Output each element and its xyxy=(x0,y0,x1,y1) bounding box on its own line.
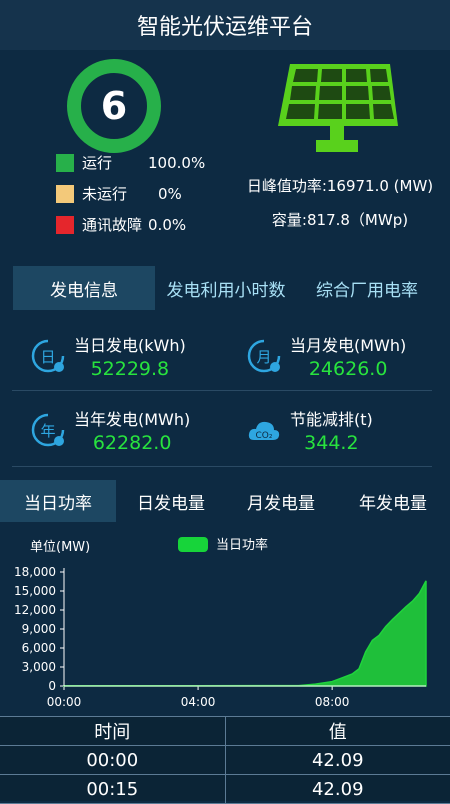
power-tabs: 当日功率 日发电量 月发电量 年发电量 xyxy=(0,480,450,522)
legend-swatch-series xyxy=(178,537,208,552)
tab-daily-energy[interactable]: 日发电量 xyxy=(116,480,226,522)
peak-power: 日峰值功率:16971.0 (MW) xyxy=(230,175,450,196)
svg-text:CO₂: CO₂ xyxy=(256,431,273,441)
stat-value: 24626.0 xyxy=(309,358,388,380)
x-tick-label: 04:00 xyxy=(181,695,216,709)
calendar-day-icon: 日 xyxy=(30,338,66,374)
stat-value: 52229.8 xyxy=(91,358,170,380)
table-cell-value: 42.09 xyxy=(226,775,450,803)
legend-running: 运行 100.0% xyxy=(56,152,205,173)
tab-monthly-energy[interactable]: 月发电量 xyxy=(226,480,336,522)
stat-value: 344.2 xyxy=(304,432,358,454)
stat-emission-reduction: CO₂ 节能减排(t) 344.2 xyxy=(246,406,373,454)
stat-monthly-generation: 月 当月发电(MWh) 24626.0 xyxy=(246,332,406,380)
table-header-time: 时间 xyxy=(0,717,226,745)
y-tick-label: 6,000 xyxy=(22,641,56,655)
y-axis-unit-label: 单位(MW) xyxy=(30,540,90,555)
power-table: 时间 值 00:00 42.09 00:15 42.09 xyxy=(0,716,450,801)
stat-label: 当日发电(kWh) xyxy=(74,332,186,356)
x-tick-label: 08:00 xyxy=(315,695,350,709)
stat-label: 当月发电(MWh) xyxy=(290,332,406,356)
station-count: 6 xyxy=(66,58,162,154)
table-cell-time: 00:15 xyxy=(0,775,226,803)
capacity: 容量:817.8（MWp) xyxy=(230,209,450,230)
tab-utilization-hours[interactable]: 发电利用小时数 xyxy=(155,266,297,310)
legend-label: 未运行 xyxy=(82,183,148,204)
legend-swatch-not-running xyxy=(56,185,74,203)
daily-power-chart: 单位(MW) 当日功率 0 3,000 6,000 9,000 12,000 15,000 18… xyxy=(0,532,450,712)
tab-yearly-energy[interactable]: 年发电量 xyxy=(336,480,450,522)
y-tick-label: 3,000 xyxy=(22,660,56,674)
legend-label: 通讯故障 xyxy=(82,214,142,235)
info-tabs: 发电信息 发电利用小时数 综合厂用电率 xyxy=(13,266,437,310)
y-tick-label: 18,000 xyxy=(14,565,56,579)
stat-label: 节能减排(t) xyxy=(290,406,373,430)
legend-comm-fault: 通讯故障 0.0% xyxy=(56,214,186,235)
legend-value: 100.0% xyxy=(148,154,205,172)
x-tick-label: 00:00 xyxy=(47,695,82,709)
table-cell-value: 42.09 xyxy=(226,746,450,774)
y-tick-label: 12,000 xyxy=(14,603,56,617)
divider xyxy=(12,466,432,467)
tab-daily-power[interactable]: 当日功率 xyxy=(0,480,116,522)
y-tick-label: 9,000 xyxy=(22,622,56,636)
legend-value: 0% xyxy=(158,185,182,203)
table-cell-time: 00:00 xyxy=(0,746,226,774)
stat-label: 当年发电(MWh) xyxy=(74,406,190,430)
solar-panel-icon xyxy=(276,60,398,156)
table-row: 00:00 42.09 xyxy=(0,746,450,775)
chart-svg: 单位(MW) 当日功率 0 3,000 6,000 9,000 12,000 15,000 18… xyxy=(0,532,450,712)
calendar-year-icon: 年 xyxy=(30,412,66,448)
stat-value: 62282.0 xyxy=(93,432,172,454)
legend-not-running: 未运行 0% xyxy=(56,183,182,204)
stat-yearly-generation: 年 当年发电(MWh) 62282.0 xyxy=(30,406,190,454)
divider xyxy=(12,390,432,391)
legend-swatch-running xyxy=(56,154,74,172)
calendar-month-icon: 月 xyxy=(246,338,282,374)
app-title: 智能光伏运维平台 xyxy=(137,9,313,41)
table-header-row: 时间 值 xyxy=(0,717,450,746)
stat-daily-generation: 日 当日发电(kWh) 52229.8 xyxy=(30,332,186,380)
legend-label: 运行 xyxy=(82,152,148,173)
tab-generation-info[interactable]: 发电信息 xyxy=(13,266,155,310)
svg-text:年: 年 xyxy=(40,422,55,440)
svg-text:月: 月 xyxy=(256,348,271,366)
legend-value: 0.0% xyxy=(148,216,186,234)
y-tick-label: 15,000 xyxy=(14,584,56,598)
title-bar: 智能光伏运维平台 xyxy=(0,0,450,50)
series-area xyxy=(64,581,426,686)
y-tick-label: 0 xyxy=(48,679,56,693)
co2-cloud-icon: CO₂ xyxy=(246,412,282,448)
legend-series-label: 当日功率 xyxy=(216,537,268,553)
svg-text:日: 日 xyxy=(40,348,55,366)
table-header-value: 值 xyxy=(226,717,450,745)
station-status-ring: 6 xyxy=(66,58,162,154)
legend-swatch-comm-fault xyxy=(56,216,74,234)
tab-plant-power-rate[interactable]: 综合厂用电率 xyxy=(297,266,437,310)
